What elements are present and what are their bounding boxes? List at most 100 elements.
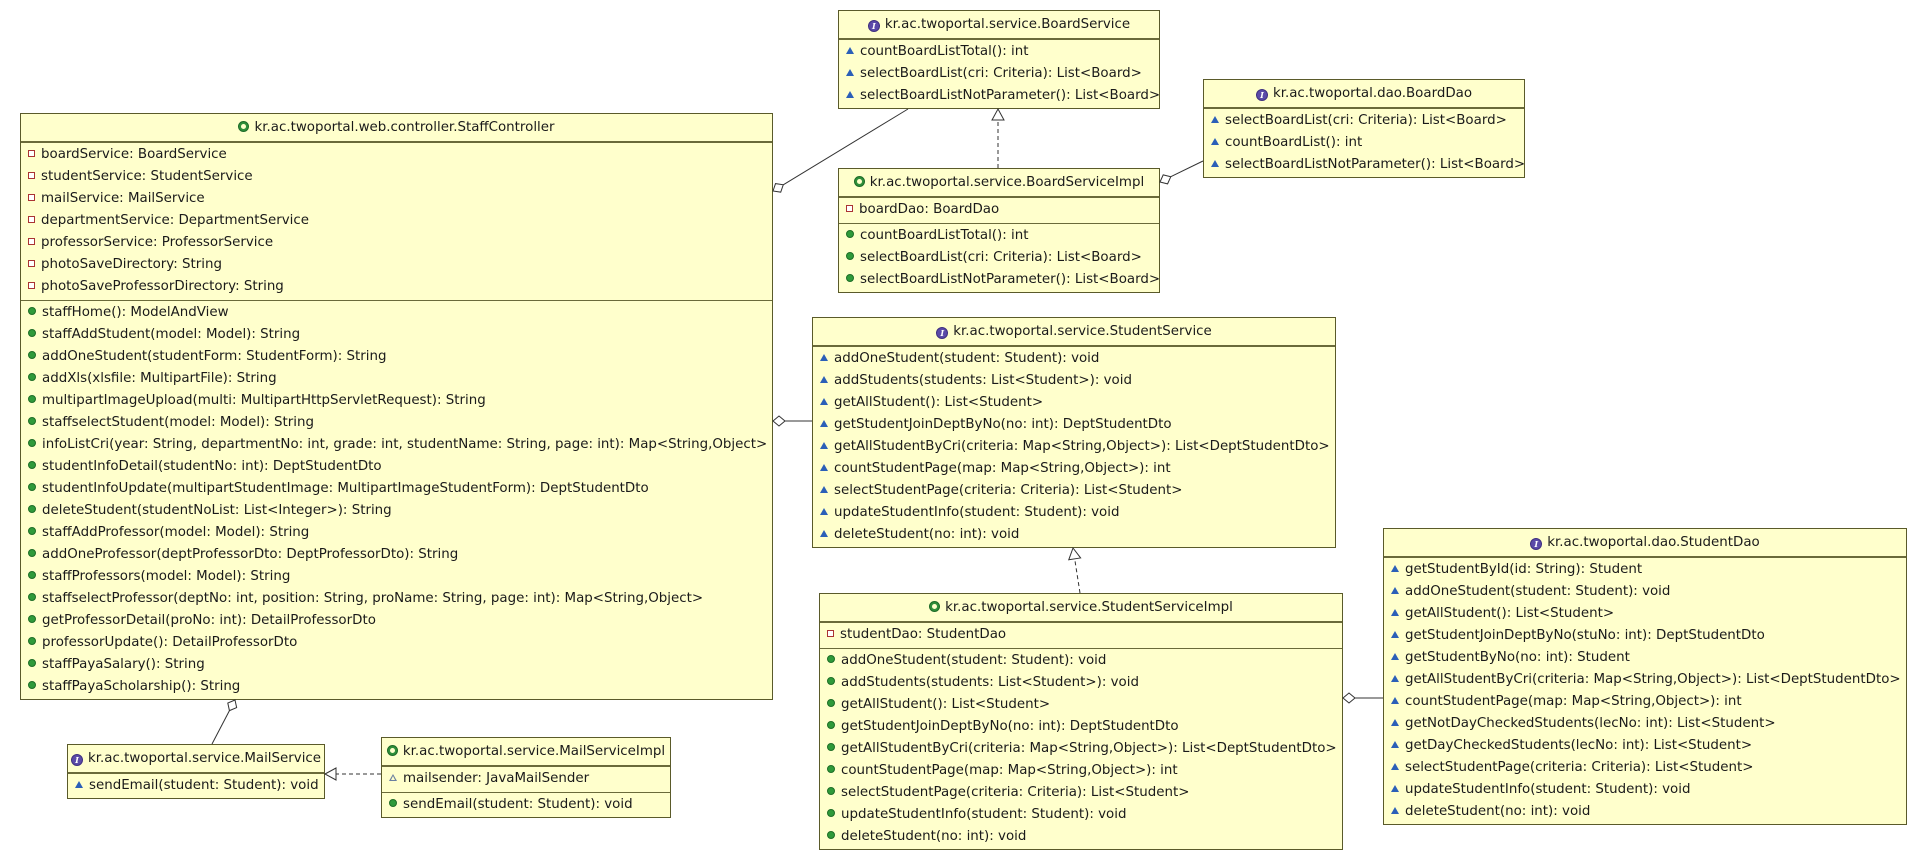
public-visibility-icon xyxy=(28,439,36,447)
methods-compartment: addOneStudent(student: Student): void add… xyxy=(820,648,1342,849)
method-text: staffPayaSalary(): String xyxy=(42,657,205,672)
aggregation-line xyxy=(211,710,230,745)
package-visibility-icon xyxy=(820,508,828,515)
field-text: professorService: ProfessorService xyxy=(41,235,274,250)
method-text: professorUpdate(): DetailProfessorDto xyxy=(42,635,298,650)
package-visibility-icon xyxy=(846,47,854,54)
method-text: countBoardList(): int xyxy=(1225,135,1363,150)
realization-arrowhead xyxy=(323,767,337,781)
method-text: getStudentJoinDeptByNo(no: int): DeptStu… xyxy=(834,417,1172,432)
class-name: kr.ac.twoportal.service.StudentServiceIm… xyxy=(945,600,1233,615)
method-text: staffAddProfessor(model: Model): String xyxy=(42,525,310,540)
public-visibility-icon xyxy=(827,787,835,795)
class-box-student-service[interactable]: Ikr.ac.twoportal.service.StudentService a… xyxy=(812,317,1336,548)
method-text: getAllStudentByCri(criteria: Map<String,… xyxy=(1405,672,1901,687)
class-box-staff-controller[interactable]: kr.ac.twoportal.web.controller.StaffCont… xyxy=(20,113,773,700)
method-row: selectStudentPage(criteria: Criteria): L… xyxy=(820,782,1342,804)
method-row: deleteStudent(no: int): void xyxy=(813,524,1335,546)
method-row: getStudentById(id: String): Student xyxy=(1384,559,1906,581)
method-text: getNotDayCheckedStudents(lecNo: int): Li… xyxy=(1405,716,1776,731)
method-text: getProfessorDetail(proNo: int): DetailPr… xyxy=(42,613,376,628)
class-box-student-dao[interactable]: Ikr.ac.twoportal.dao.StudentDao getStuden… xyxy=(1383,528,1907,825)
aggregation-diamond xyxy=(1342,692,1356,704)
field-text: mailService: MailService xyxy=(41,191,205,206)
method-text: staffAddStudent(model: Model): String xyxy=(42,327,301,342)
method-text: selectBoardListNotParameter(): List<Boar… xyxy=(860,272,1160,287)
method-text: selectStudentPage(criteria: Criteria): L… xyxy=(841,785,1190,800)
class-box-board-dao[interactable]: Ikr.ac.twoportal.dao.BoardDao selectBoard… xyxy=(1203,79,1525,178)
method-text: updateStudentInfo(student: Student): voi… xyxy=(1405,782,1691,797)
package-visibility-icon xyxy=(820,442,828,449)
package-visibility-icon xyxy=(820,464,828,471)
package-visibility-icon xyxy=(820,530,828,537)
method-text: selectBoardListNotParameter(): List<Boar… xyxy=(1225,157,1525,172)
method-row: studentInfoDetail(studentNo: int): DeptS… xyxy=(21,456,772,478)
class-name: kr.ac.twoportal.dao.StudentDao xyxy=(1547,535,1760,550)
class-name: kr.ac.twoportal.service.MailServiceImpl xyxy=(402,744,666,759)
class-box-board-service-impl[interactable]: kr.ac.twoportal.service.BoardServiceImpl… xyxy=(838,168,1160,293)
public-visibility-icon xyxy=(827,677,835,685)
class-title: Ikr.ac.twoportal.service.MailService xyxy=(68,745,324,774)
package-visibility-icon xyxy=(1211,160,1219,167)
public-visibility-icon xyxy=(28,395,36,403)
field-text: mailsender: JavaMailSender xyxy=(403,771,590,786)
public-visibility-icon xyxy=(28,505,36,513)
method-row: addOneStudent(studentForm: StudentForm):… xyxy=(21,346,772,368)
package-visibility-icon xyxy=(1391,675,1399,682)
field-row: photoSaveDirectory: String xyxy=(21,254,772,276)
method-text: addOneStudent(student: Student): void xyxy=(834,351,1100,366)
method-row: staffAddProfessor(model: Model): String xyxy=(21,522,772,544)
interface-icon: I xyxy=(70,754,83,766)
method-row: deleteStudent(studentNoList: List<Intege… xyxy=(21,500,772,522)
public-visibility-icon xyxy=(846,274,854,282)
class-box-student-service-impl[interactable]: kr.ac.twoportal.service.StudentServiceIm… xyxy=(819,593,1343,850)
method-text: selectStudentPage(criteria: Criteria): L… xyxy=(834,483,1183,498)
public-visibility-icon xyxy=(846,252,854,260)
public-visibility-icon xyxy=(28,637,36,645)
public-visibility-icon xyxy=(827,655,835,663)
public-visibility-icon xyxy=(28,351,36,359)
class-title: kr.ac.twoportal.service.MailServiceImpl xyxy=(382,738,670,767)
aggregation-diamond xyxy=(1159,174,1172,185)
method-row: countStudentPage(map: Map<String,Object>… xyxy=(1384,691,1906,713)
method-text: getAllStudent(): List<Student> xyxy=(1405,606,1615,621)
public-visibility-icon xyxy=(827,743,835,751)
method-row: selectBoardListNotParameter(): List<Boar… xyxy=(1204,154,1524,176)
class-box-mail-service-impl[interactable]: kr.ac.twoportal.service.MailServiceImpl m… xyxy=(381,737,671,818)
field-row: boardDao: BoardDao xyxy=(839,199,1159,221)
public-visibility-icon xyxy=(28,549,36,557)
public-visibility-icon xyxy=(827,699,835,707)
public-visibility-icon xyxy=(28,593,36,601)
method-row: countBoardListTotal(): int xyxy=(839,41,1159,63)
method-row: selectBoardList(cri: Criteria): List<Boa… xyxy=(1204,110,1524,132)
class-box-mail-service[interactable]: Ikr.ac.twoportal.service.MailService send… xyxy=(67,744,325,799)
methods-compartment: staffHome(): ModelAndView staffAddStudent… xyxy=(21,300,772,699)
methods-compartment: sendEmail(student: Student): void xyxy=(382,792,670,817)
public-visibility-icon xyxy=(28,373,36,381)
class-title: kr.ac.twoportal.service.BoardServiceImpl xyxy=(839,169,1159,198)
method-text: selectStudentPage(criteria: Criteria): L… xyxy=(1405,760,1754,775)
package-visibility-icon xyxy=(820,398,828,405)
method-text: getAllStudentByCri(criteria: Map<String,… xyxy=(841,741,1337,756)
method-row: studentInfoUpdate(multipartStudentImage:… xyxy=(21,478,772,500)
method-row: getStudentJoinDeptByNo(no: int): DeptStu… xyxy=(813,414,1335,436)
field-row: studentService: StudentService xyxy=(21,166,772,188)
method-text: getStudentJoinDeptByNo(no: int): DeptStu… xyxy=(841,719,1179,734)
field-row: mailService: MailService xyxy=(21,188,772,210)
package-visibility-icon xyxy=(1211,116,1219,123)
package-visibility-icon xyxy=(1391,697,1399,704)
package-visibility-icon xyxy=(820,354,828,361)
private-visibility-icon xyxy=(827,630,834,637)
method-text: selectBoardList(cri: Criteria): List<Boa… xyxy=(1225,113,1507,128)
package-visibility-icon xyxy=(1391,565,1399,572)
class-box-board-service[interactable]: Ikr.ac.twoportal.service.BoardService cou… xyxy=(838,10,1160,109)
aggregation-diamond xyxy=(772,415,786,427)
aggregation-line xyxy=(1170,160,1204,178)
field-row: departmentService: DepartmentService xyxy=(21,210,772,232)
method-text: addStudents(students: List<Student>): vo… xyxy=(834,373,1132,388)
method-text: deleteStudent(no: int): void xyxy=(841,829,1027,844)
methods-compartment: countBoardListTotal(): int selectBoardLis… xyxy=(839,223,1160,292)
method-text: staffselectProfessor(deptNo: int, positi… xyxy=(42,591,704,606)
class-title: kr.ac.twoportal.web.controller.StaffCont… xyxy=(21,114,772,143)
method-text: countStudentPage(map: Map<String,Object>… xyxy=(841,763,1178,778)
